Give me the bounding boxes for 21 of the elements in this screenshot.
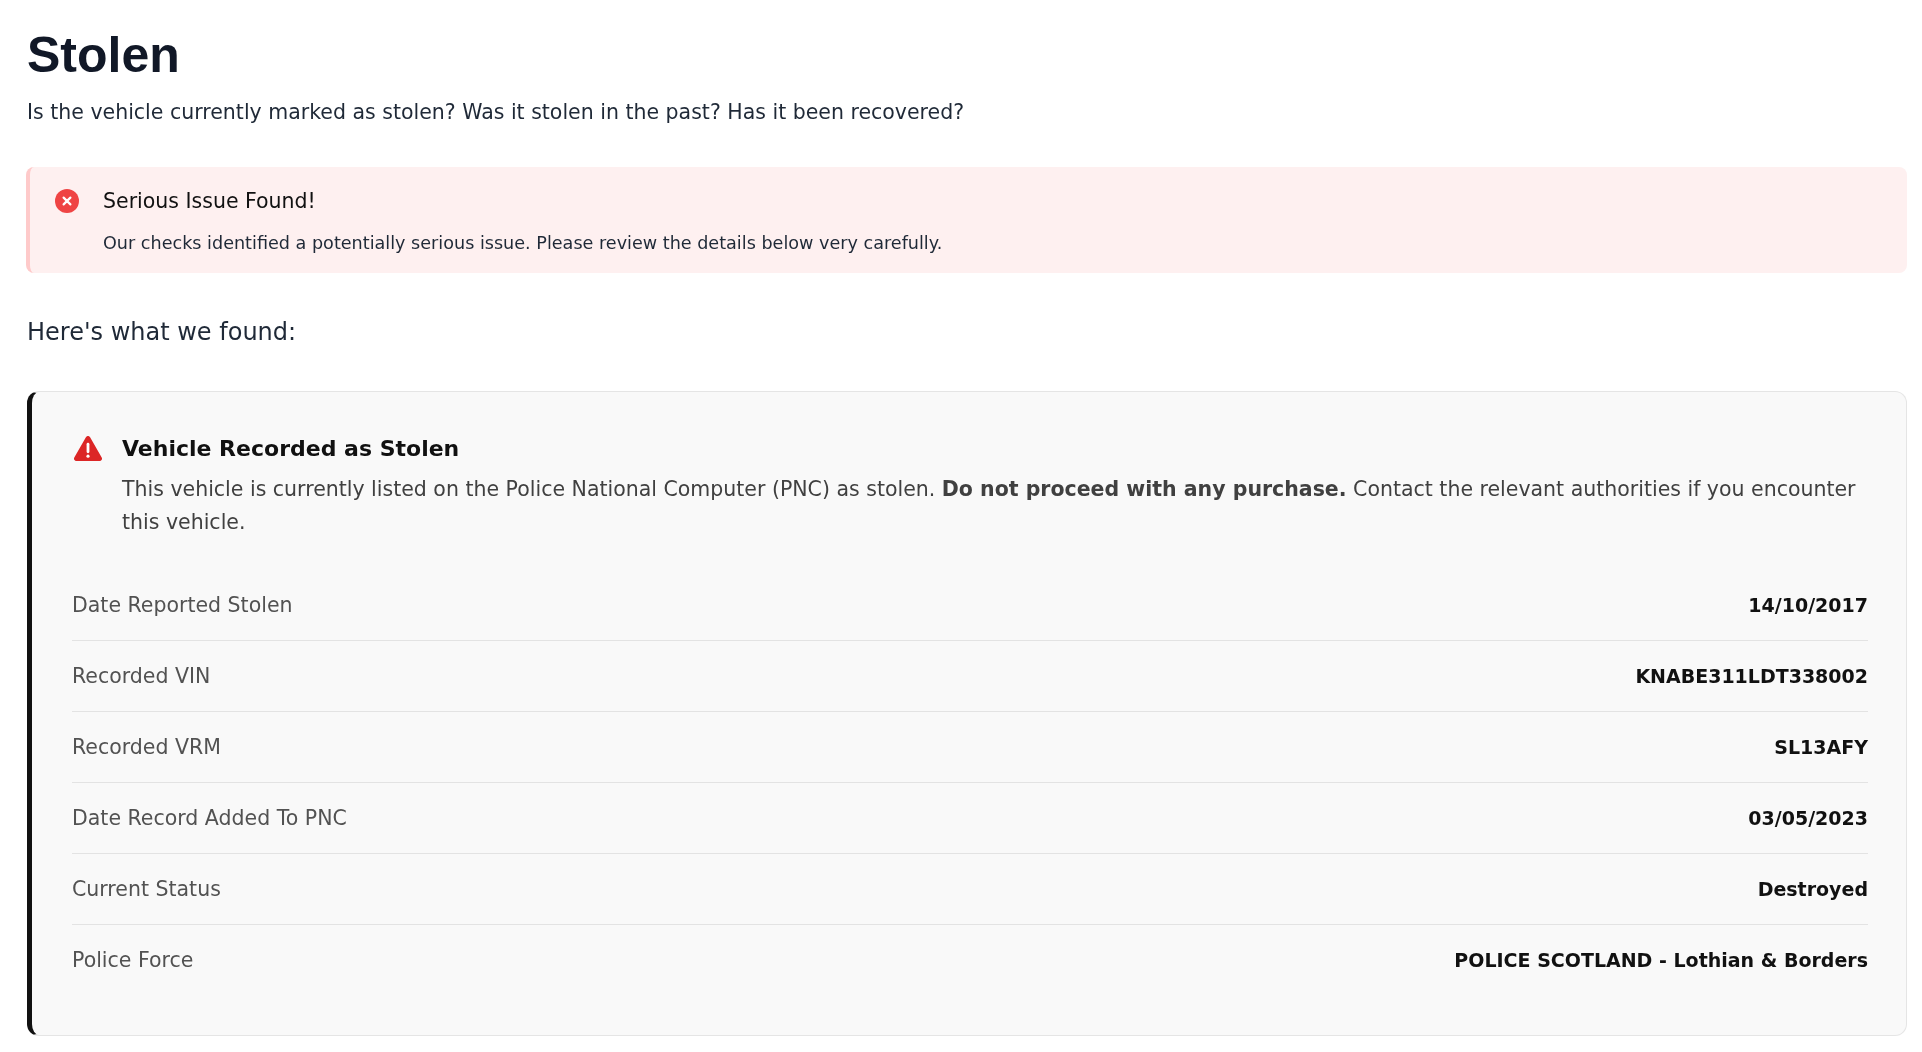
x-circle-icon [55,189,79,213]
finding-title: Vehicle Recorded as Stolen [122,435,461,463]
detail-value: 14/10/2017 [1748,592,1868,618]
warning-icon [74,436,102,461]
page-title: Stolen [27,30,181,80]
detail-label: Police Force [72,947,194,975]
section-heading: Here's what we found: [27,317,298,347]
detail-value: POLICE SCOTLAND - Lothian & Borders [1454,948,1868,974]
detail-label: Current Status [72,875,221,903]
detail-value: 03/05/2023 [1748,805,1868,831]
finding-description: This vehicle is currently listed on the Police National Computer (PNC) as stolen. Do not proceed with any purchase. Contact the relevant authorities if you encounter this vehicle. [122,476,1857,536]
page-subtitle: Is the vehicle currently marked as stolen? Was it stolen in the past? Has it been recovered? [27,99,966,126]
detail-value: KNABE311LDT338002 [1635,663,1868,689]
detail-label: Date Record Added To PNC [72,804,347,832]
detail-label: Recorded VRM [72,733,221,761]
alert-title: Serious Issue Found! [103,188,317,215]
detail-label: Recorded VIN [72,662,211,690]
detail-value: SL13AFY [1774,734,1868,760]
detail-value: Destroyed [1757,876,1868,902]
alert-message: Our checks identified a potentially serious issue. Please review the details below very carefully. [103,232,943,255]
detail-label: Date Reported Stolen [72,591,293,619]
